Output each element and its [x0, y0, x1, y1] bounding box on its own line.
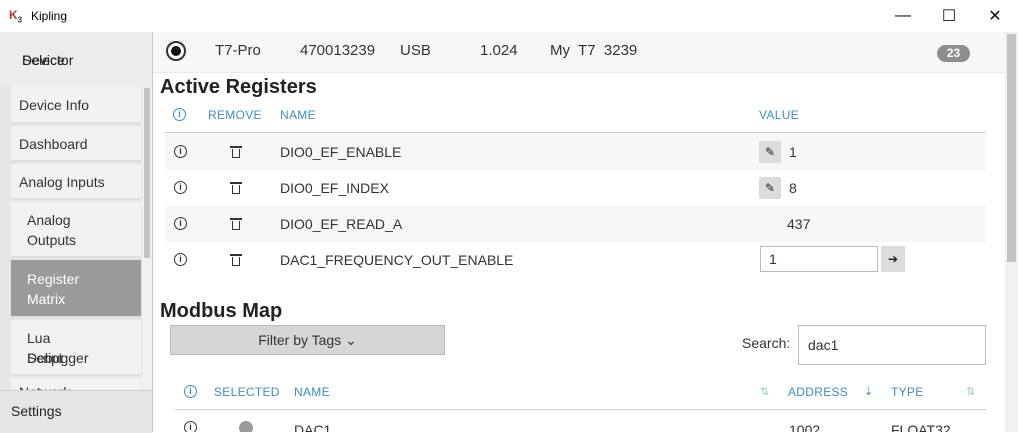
header-value: VALUE	[759, 108, 799, 122]
arrow-right-icon[interactable]: ➔	[881, 246, 905, 272]
device-firmware: 1.024	[480, 42, 518, 59]
close-button[interactable]: ✕	[972, 0, 1018, 32]
header-type[interactable]: TYPE	[891, 385, 924, 399]
sidebar-item-device-info[interactable]: Device Info	[11, 86, 141, 124]
app-logo-icon: K3	[9, 8, 23, 25]
modbus-register-type: FLOAT32	[891, 422, 951, 432]
header-remove: REMOVE	[208, 108, 262, 122]
device-connection: USB	[400, 42, 431, 59]
sidebar-item-lua-script-debugger[interactable]: Lua Script Debugger	[11, 320, 141, 376]
trash-icon[interactable]	[230, 254, 242, 266]
filter-by-tags-button[interactable]: Filter by Tags ⌄	[170, 325, 445, 355]
modbus-register-address: 1002	[789, 422, 821, 432]
trash-icon[interactable]	[230, 146, 242, 158]
device-model: T7-Pro	[215, 42, 261, 59]
search-input[interactable]	[798, 325, 986, 365]
sort-ascending-icon[interactable]: ⇣	[864, 385, 873, 398]
table-row[interactable]: i DAC1 1002 FLOAT32	[175, 410, 986, 432]
info-icon[interactable]: i	[184, 421, 197, 432]
table-row: i DIO0_EF_ENABLE ✎ 1	[165, 134, 986, 170]
header-selected[interactable]: SELECTED	[214, 385, 280, 399]
active-registers-title: Active Registers	[160, 76, 317, 98]
main-scrollbar-thumb[interactable]	[1007, 34, 1016, 262]
info-icon[interactable]: i	[174, 217, 187, 230]
register-name: DIO0_EF_READ_A	[280, 216, 403, 232]
header-name: NAME	[280, 108, 316, 122]
modbus-map-title: Modbus Map	[160, 300, 283, 322]
selected-check-icon[interactable]	[239, 421, 253, 432]
register-name: DIO0_EF_INDEX	[280, 180, 389, 196]
info-icon[interactable]: i	[174, 181, 187, 194]
sidebar-item-settings[interactable]: Settings	[0, 390, 152, 433]
trash-icon[interactable]	[230, 218, 242, 230]
modbus-header-info-icon: i	[184, 385, 197, 398]
device-bar: T7-Pro 470013239 USB 1.024 My T7 3239 23	[153, 32, 1005, 73]
sidebar-item-analog-outputs[interactable]: Analog Outputs	[11, 202, 141, 258]
sidebar-item-dashboard[interactable]: Dashboard	[11, 126, 141, 162]
header-divider	[165, 132, 986, 133]
table-row: i DIO0_EF_READ_A 437	[165, 206, 986, 242]
register-value-input[interactable]	[760, 246, 878, 272]
sidebar-device-selector[interactable]: Device Selector	[0, 32, 152, 86]
minimize-button[interactable]: —	[880, 0, 926, 32]
register-name: DIO0_EF_ENABLE	[280, 144, 402, 160]
sidebar-scrollbar-thumb[interactable]	[144, 88, 150, 258]
info-icon[interactable]: i	[174, 253, 187, 266]
sort-icon[interactable]: ⇅	[966, 385, 975, 398]
header-address[interactable]: ADDRESS	[788, 385, 848, 399]
device-serial: 470013239	[300, 42, 376, 59]
sidebar: Device Selector Device Info Dashboard Ana…	[0, 32, 153, 433]
register-name: DAC1_FREQUENCY_OUT_ENABLE	[280, 252, 514, 268]
info-icon[interactable]: i	[174, 145, 187, 158]
device-count-badge: 23	[937, 45, 970, 62]
table-row: i DIO0_EF_INDEX ✎ 8	[165, 170, 986, 206]
edit-pencil-icon[interactable]: ✎	[759, 141, 781, 163]
device-name: My T7 3239	[550, 42, 638, 59]
register-value: 1	[789, 144, 797, 160]
window-title: Kipling	[31, 9, 68, 23]
register-value: 437	[787, 216, 811, 232]
sort-icon[interactable]: ⇅	[760, 385, 769, 398]
sidebar-item-analog-inputs[interactable]: Analog Inputs	[11, 164, 141, 200]
sidebar-item-register-matrix[interactable]: Register Matrix	[11, 260, 141, 318]
edit-pencil-icon[interactable]: ✎	[759, 177, 781, 199]
modbus-register-name: DAC1	[294, 422, 332, 432]
device-radio-button[interactable]	[166, 41, 186, 61]
register-value: 8	[789, 180, 797, 196]
title-bar: K3 Kipling — ☐ ✕	[0, 0, 1018, 33]
search-label: Search:	[742, 335, 791, 351]
header-modbus-name[interactable]: NAME	[294, 385, 330, 399]
table-row: i DAC1_FREQUENCY_OUT_ENABLE ➔	[165, 242, 986, 278]
trash-icon[interactable]	[230, 182, 242, 194]
maximize-button[interactable]: ☐	[926, 0, 972, 32]
header-info-icon: i	[173, 108, 186, 121]
